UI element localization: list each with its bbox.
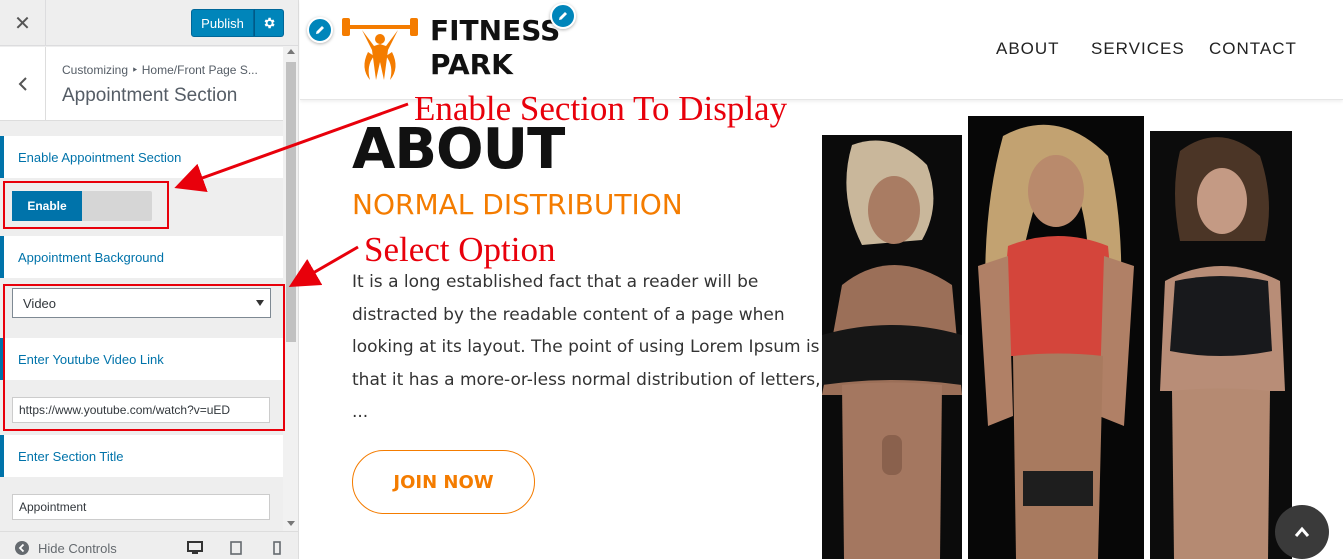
- nav-about[interactable]: ABOUT: [996, 39, 1060, 59]
- edit-logo-pencil-icon[interactable]: [307, 17, 333, 43]
- annotation-select-option: Select Option: [364, 230, 556, 269]
- chevron-up-icon: [1294, 526, 1310, 537]
- section-title: Appointment Section: [62, 85, 238, 106]
- tablet-preview-icon[interactable]: [230, 541, 242, 555]
- close-customizer-button[interactable]: ✕: [0, 0, 46, 46]
- customizer-sidebar: ✕ Publish Customizing ‣ Home/Front Page …: [0, 0, 299, 559]
- athlete-photo-1: [822, 135, 962, 559]
- chevron-left-icon: [18, 77, 27, 91]
- close-icon: ✕: [14, 12, 31, 35]
- site-preview: FITNESS PARK ABOUT SERVICES CONTACT ABOU…: [300, 0, 1343, 559]
- scrollbar-thumb[interactable]: [286, 62, 296, 342]
- logo-line-1: FITNESS: [430, 14, 561, 47]
- site-header: FITNESS PARK ABOUT SERVICES CONTACT: [300, 0, 1343, 100]
- customizer-header: ✕ Publish: [0, 0, 298, 46]
- athlete-photo-3: [1150, 131, 1292, 559]
- annotation-box-options: [3, 284, 285, 431]
- about-body-line: ...: [352, 402, 369, 422]
- about-body: It is a long established fact that a rea…: [352, 266, 822, 429]
- publish-button[interactable]: Publish: [191, 9, 254, 37]
- edit-title-pencil-icon[interactable]: [550, 3, 576, 29]
- desktop-preview-icon[interactable]: [187, 541, 203, 555]
- section-title-input[interactable]: Appointment: [12, 494, 270, 520]
- annotation-box-enable: [3, 181, 169, 229]
- scroll-to-top-button[interactable]: [1275, 505, 1329, 559]
- customizer-footer: Hide Controls: [0, 531, 298, 559]
- about-subheading: NORMAL DISTRIBUTION: [352, 188, 683, 221]
- section-header: Customizing ‣ Home/Front Page S... Appoi…: [0, 47, 283, 121]
- scroll-down-arrow-icon[interactable]: [287, 521, 295, 526]
- enable-section-label: Enable Appointment Section: [0, 136, 283, 178]
- gear-icon: [264, 17, 275, 29]
- collapse-icon: [15, 541, 29, 555]
- about-body-line: that it has a more-or-less normal distri…: [352, 369, 821, 390]
- publish-settings-button[interactable]: [254, 9, 284, 37]
- scroll-up-arrow-icon[interactable]: [287, 49, 295, 54]
- annotation-enable-section: Enable Section To Display: [414, 89, 788, 128]
- section-title-label: Enter Section Title: [0, 435, 283, 477]
- athlete-photo-2: [968, 116, 1144, 559]
- background-label: Appointment Background: [0, 236, 283, 278]
- breadcrumb: Customizing ‣ Home/Front Page S...: [62, 63, 258, 77]
- back-button[interactable]: [0, 47, 46, 121]
- mobile-preview-icon[interactable]: [273, 541, 281, 555]
- section-title-control: Appointment: [0, 477, 283, 531]
- join-now-button[interactable]: JOIN NOW: [352, 450, 535, 514]
- nav-services[interactable]: SERVICES: [1091, 39, 1185, 59]
- nav-contact[interactable]: CONTACT: [1209, 39, 1297, 59]
- hide-controls-button[interactable]: Hide Controls: [14, 540, 117, 556]
- barbell-logo-icon: [342, 18, 418, 80]
- about-body-line: It is a long established fact that a rea…: [352, 272, 759, 292]
- about-body-line: looking at its layout. The point of usin…: [352, 337, 820, 357]
- about-body-line: distracted by the readable content of a …: [352, 304, 785, 325]
- sidebar-scrollbar[interactable]: [283, 46, 298, 531]
- logo-line-2: PARK: [430, 48, 513, 81]
- hide-controls-label: Hide Controls: [38, 540, 117, 556]
